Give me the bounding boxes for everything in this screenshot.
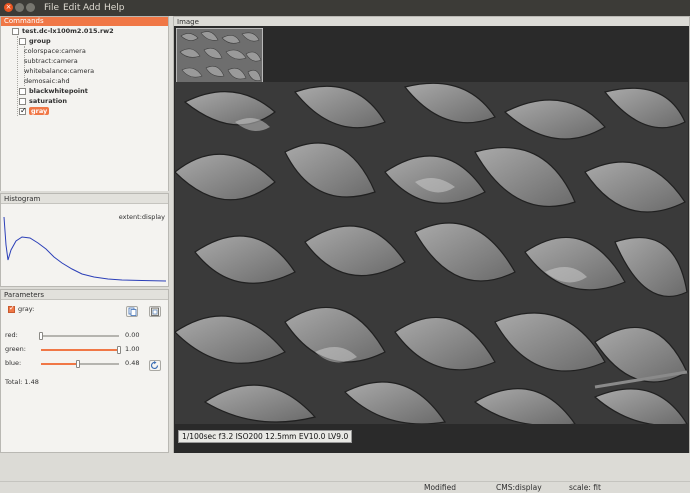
maximize-window-button[interactable] bbox=[26, 3, 35, 12]
module-name: gray: bbox=[18, 305, 35, 313]
slider-green-thumb[interactable] bbox=[117, 346, 121, 354]
menu-edit[interactable]: Edit bbox=[63, 3, 80, 13]
slider-label-green: green: bbox=[5, 345, 26, 353]
item-label: colorspace:camera bbox=[24, 47, 86, 55]
paste-params-button[interactable] bbox=[149, 306, 161, 317]
slider-value-red: 0.00 bbox=[125, 331, 140, 339]
slider-blue[interactable] bbox=[41, 360, 119, 368]
commands-tree: test.dc-lx100m2.015.rw2 group colorspace… bbox=[1, 26, 168, 191]
copy-params-button[interactable] bbox=[126, 306, 138, 317]
slider-green[interactable] bbox=[41, 346, 121, 354]
tree-item-subtract[interactable]: subtract:camera bbox=[24, 56, 78, 66]
status-scale: scale: fit bbox=[569, 483, 601, 492]
group-label: group bbox=[29, 37, 51, 45]
slider-value-green: 1.00 bbox=[125, 345, 140, 353]
saturation-checkbox[interactable] bbox=[19, 97, 26, 105]
parameters-header: Parameters bbox=[1, 290, 168, 300]
commands-header: Commands bbox=[1, 17, 168, 26]
tree-group[interactable]: group bbox=[19, 36, 51, 46]
image-viewport[interactable]: 1/100sec f3.2 ISO200 12.5mm EV10.0 LV9.0 bbox=[174, 26, 689, 453]
slider-label-red: red: bbox=[5, 331, 18, 339]
reset-params-button[interactable] bbox=[149, 360, 161, 371]
reset-icon bbox=[150, 361, 159, 369]
copy-icon bbox=[128, 307, 137, 316]
item-label-selected: gray bbox=[29, 107, 50, 115]
blackwhitepoint-checkbox[interactable] bbox=[19, 87, 26, 95]
tree-root[interactable]: test.dc-lx100m2.015.rw2 bbox=[12, 26, 114, 36]
tree-item-demosaic[interactable]: demosaic:ahd bbox=[24, 76, 70, 86]
parameters-panel: Parameters ✓ gray: red: 0.00 green: 1.00… bbox=[0, 289, 169, 453]
histogram-curve bbox=[3, 216, 167, 282]
tree-line bbox=[17, 36, 18, 116]
menu-bar: × File Edit Add Help bbox=[0, 0, 690, 16]
menu-file[interactable]: File bbox=[44, 3, 59, 13]
group-checkbox[interactable] bbox=[19, 37, 26, 45]
tree-item-colorspace[interactable]: colorspace:camera bbox=[24, 46, 86, 56]
status-bar: Modified CMS:display scale: fit bbox=[0, 481, 690, 493]
slider-blue-thumb[interactable] bbox=[76, 360, 81, 368]
root-label: test.dc-lx100m2.015.rw2 bbox=[22, 27, 114, 35]
slider-label-blue: blue: bbox=[5, 359, 22, 367]
menu-add[interactable]: Add bbox=[83, 3, 100, 13]
paste-icon bbox=[151, 307, 159, 316]
item-label: demosaic:ahd bbox=[24, 77, 70, 85]
exif-overlay: 1/100sec f3.2 ISO200 12.5mm EV10.0 LV9.0 bbox=[178, 430, 353, 443]
slider-red-thumb[interactable] bbox=[39, 332, 43, 340]
histogram-panel: Histogram extent:display bbox=[0, 193, 169, 287]
tree-item-gray[interactable]: gray bbox=[19, 106, 50, 116]
image-panel: Image 1/100sec f3.2 ISO200 12.5mm EV10.0… bbox=[173, 16, 690, 453]
status-cms: CMS:display bbox=[496, 483, 542, 492]
total-label: Total: 1.48 bbox=[5, 378, 39, 386]
item-label: saturation bbox=[29, 97, 68, 105]
tree-item-whitebalance[interactable]: whitebalance:camera bbox=[24, 66, 94, 76]
tree-item-saturation[interactable]: saturation bbox=[19, 96, 67, 106]
menu-help[interactable]: Help bbox=[104, 3, 125, 13]
tree-item-blackwhitepoint[interactable]: blackwhitepoint bbox=[19, 86, 88, 96]
item-label: blackwhitepoint bbox=[29, 87, 88, 95]
slider-green-fill bbox=[41, 349, 119, 351]
gray-checkbox[interactable] bbox=[19, 106, 27, 116]
item-label: whitebalance:camera bbox=[24, 67, 95, 75]
histogram-header: Histogram bbox=[1, 194, 168, 204]
histogram-graph bbox=[3, 216, 167, 282]
status-modified: Modified bbox=[424, 483, 457, 492]
slider-blue-fill bbox=[41, 363, 79, 365]
root-checkbox[interactable] bbox=[12, 27, 19, 35]
close-window-button[interactable]: × bbox=[4, 3, 13, 12]
slider-value-blue: 0.48 bbox=[125, 359, 140, 367]
slider-red[interactable] bbox=[39, 332, 119, 340]
navigation-thumbnail[interactable] bbox=[176, 28, 263, 87]
commands-panel: Commands test.dc-lx100m2.015.rw2 group c… bbox=[0, 16, 169, 191]
minimize-window-button[interactable] bbox=[15, 3, 24, 12]
photo-preview bbox=[175, 82, 688, 424]
module-enable-checkbox[interactable]: ✓ bbox=[8, 304, 15, 313]
item-label: subtract:camera bbox=[24, 57, 78, 65]
